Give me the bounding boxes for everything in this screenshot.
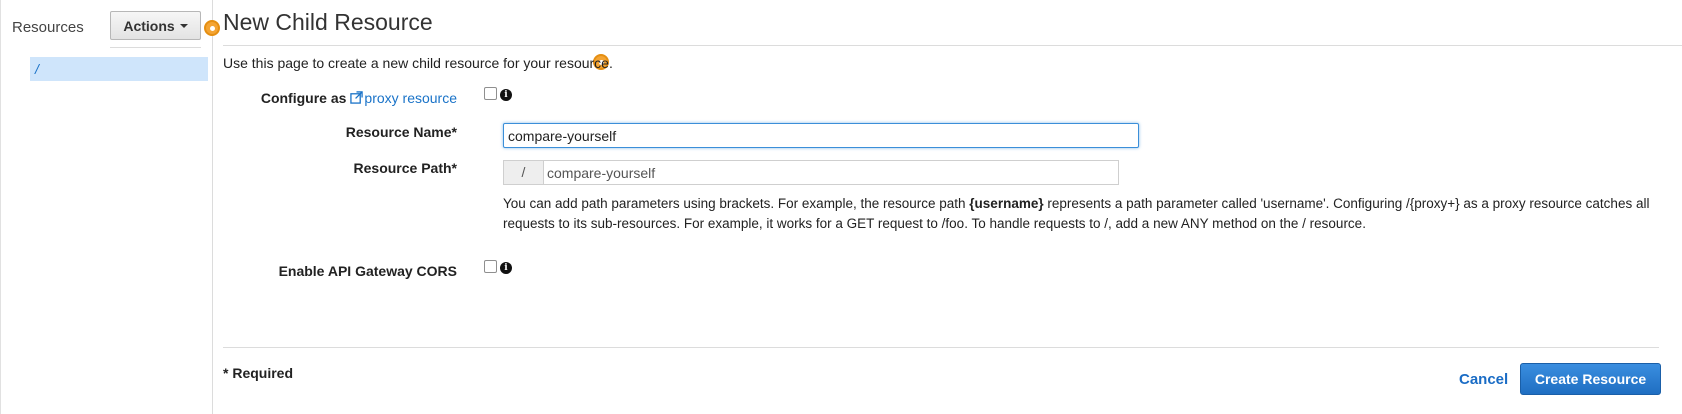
create-resource-button[interactable]: Create Resource [1520, 363, 1661, 395]
sidebar-title: Resources [12, 19, 84, 36]
info-icon[interactable]: i [500, 89, 512, 101]
info-icon[interactable]: i [500, 262, 512, 274]
resource-name-label: Resource Name* [345, 124, 457, 140]
enable-cors-label: Enable API Gateway CORS [278, 263, 457, 279]
actions-button-label: Actions [123, 17, 175, 34]
caret-down-icon [179, 23, 188, 28]
resource-path-label: Resource Path* [353, 160, 457, 176]
sidebar-divider [110, 47, 201, 48]
resource-name-input[interactable] [503, 123, 1139, 148]
proxy-resource-checkbox[interactable] [484, 87, 497, 100]
hint-dot-icon[interactable] [204, 20, 220, 36]
proxy-resource-link[interactable]: proxy resource [364, 90, 457, 106]
resource-path-input[interactable] [543, 160, 1119, 185]
sidebar-border [212, 0, 213, 414]
left-edge-line [0, 0, 1, 414]
path-help-text: You can add path parameters using bracke… [503, 196, 1650, 231]
external-link-icon [350, 91, 364, 104]
title-divider [223, 45, 1682, 46]
footer-divider [223, 347, 1659, 348]
configure-proxy-label: Configure as proxy resource [260, 90, 457, 106]
cancel-button[interactable]: Cancel [1459, 371, 1508, 388]
page-title: New Child Resource [223, 9, 433, 35]
actions-button[interactable]: Actions [110, 11, 201, 40]
tree-item-root[interactable]: / [30, 57, 208, 81]
resource-path-prefix: / [503, 160, 543, 185]
required-note: * Required [223, 365, 294, 381]
enable-cors-checkbox[interactable] [484, 260, 497, 273]
resource-path-group: / [503, 160, 1119, 185]
page-description: Use this page to create a new child reso… [223, 55, 613, 71]
